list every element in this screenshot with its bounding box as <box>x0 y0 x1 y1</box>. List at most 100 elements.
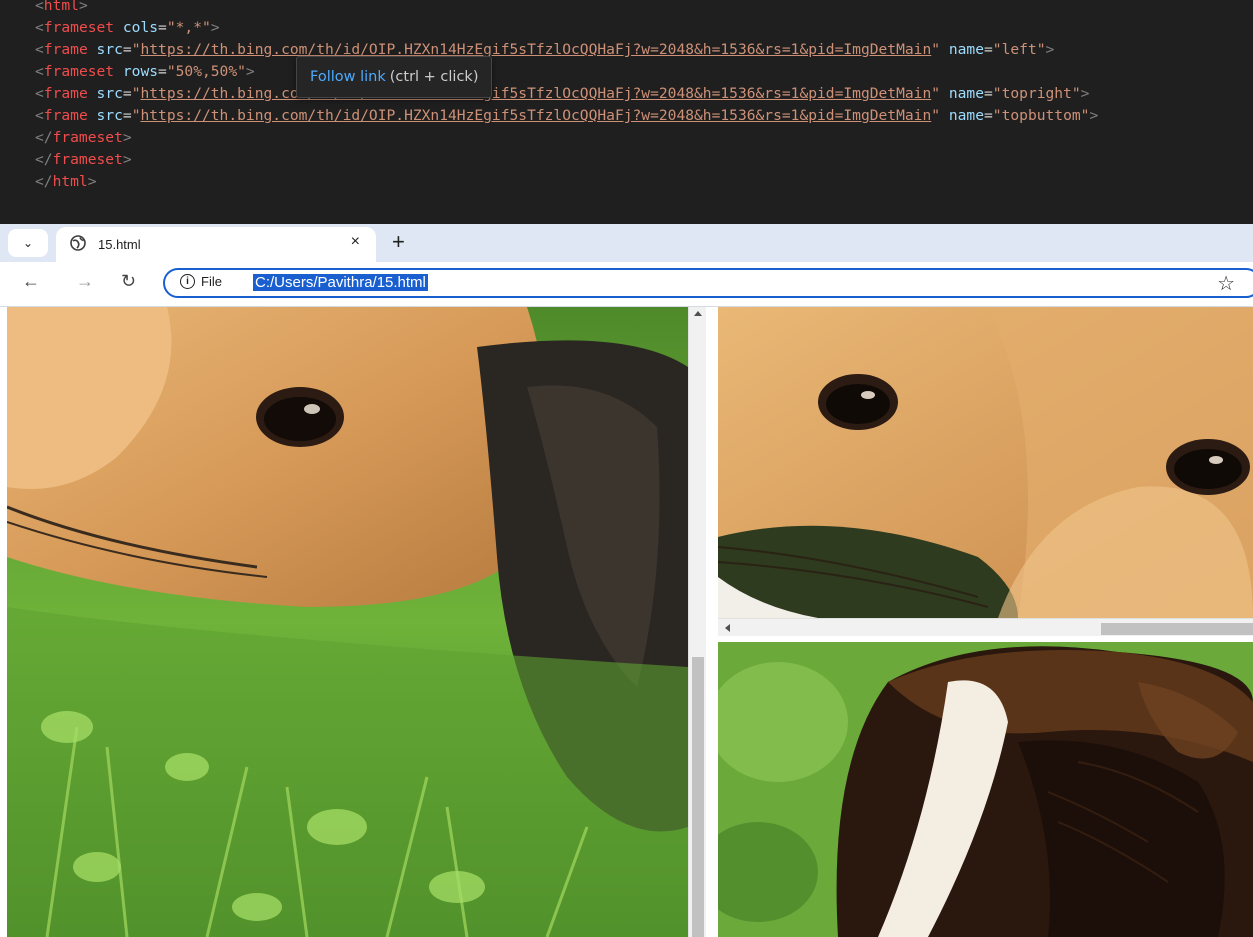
code-token: = <box>122 41 132 58</box>
code-token: "topright" <box>992 85 1081 102</box>
code-token: frame <box>43 41 88 58</box>
code-token: frame <box>43 107 88 124</box>
code-line: </html> <box>35 171 1098 193</box>
code-lines: <html> <frameset cols="*,*"> <frame src="h… <box>35 0 1098 193</box>
guinea-pig-photo-bottomright <box>718 642 1253 937</box>
screenshot: <html> <frameset cols="*,*"> <frame src="h… <box>0 0 1253 937</box>
code-token: > <box>1080 85 1090 102</box>
code-editor[interactable]: <html> <frameset cols="*,*"> <frame src="h… <box>0 0 1253 224</box>
code-token: html <box>52 173 88 190</box>
code-token: src <box>96 107 123 124</box>
code-token: > <box>1089 107 1099 124</box>
reload-button[interactable]: ↻ <box>121 271 136 292</box>
code-line: <frame src="https://th.bing.com/th/id/OI… <box>35 39 1098 61</box>
tab-search-button[interactable]: ⌄ <box>8 229 48 257</box>
code-line: </frameset> <box>35 127 1098 149</box>
frame-topbuttom[interactable] <box>718 642 1253 937</box>
code-token: < <box>35 85 44 102</box>
tab-15-html[interactable]: 15.html × <box>56 227 376 262</box>
code-token: </ <box>35 151 53 168</box>
code-token: frameset <box>43 63 115 80</box>
code-token: frameset <box>52 129 123 146</box>
code-token: " <box>931 107 941 124</box>
scrollbar-thumb[interactable] <box>1101 623 1253 635</box>
code-url-link[interactable]: https://th.bing.com/th/id/OIP.HZXn14HzEg… <box>140 85 931 102</box>
frame-left[interactable] <box>7 307 688 937</box>
code-token: src <box>96 41 123 58</box>
code-token: </ <box>35 173 53 190</box>
code-token: > <box>1045 41 1055 58</box>
code-token: < <box>35 107 44 124</box>
scroll-up-arrow-icon[interactable] <box>694 311 702 316</box>
follow-link-action[interactable]: Follow link <box>310 69 386 85</box>
code-token: name <box>948 107 984 124</box>
follow-link-hint: (ctrl + click) <box>389 69 479 85</box>
code-line: <frameset rows="50%,50%"> <box>35 61 1098 83</box>
code-token: = <box>984 41 993 58</box>
frame-divider-vertical[interactable] <box>706 307 718 937</box>
code-token: " <box>931 85 941 102</box>
forward-button[interactable]: → <box>76 271 94 292</box>
frameset-viewport <box>0 307 1253 937</box>
scheme-label: File <box>201 274 222 289</box>
code-token: < <box>35 41 44 58</box>
code-token: < <box>35 63 44 80</box>
code-token: frame <box>43 85 88 102</box>
code-token: > <box>87 173 97 190</box>
site-info-chip[interactable]: i File <box>180 274 222 289</box>
new-tab-button[interactable]: + <box>392 229 405 255</box>
code-token: frameset <box>43 19 115 36</box>
code-token: = <box>158 63 167 80</box>
code-line: </frameset> <box>35 149 1098 171</box>
code-token: "*,*" <box>166 19 211 36</box>
code-token: rows <box>122 63 159 80</box>
code-token: = <box>122 85 132 102</box>
code-token: < <box>35 0 44 14</box>
code-url-link[interactable]: https://th.bing.com/th/id/OIP.HZXn14HzEg… <box>140 41 931 58</box>
code-token: = <box>158 19 167 36</box>
scroll-left-arrow-icon[interactable] <box>725 624 730 632</box>
star-icon[interactable]: ☆ <box>1217 271 1235 296</box>
code-token: src <box>96 85 123 102</box>
chevron-down-icon: ⌄ <box>22 236 34 250</box>
topright-frame-scrollbar[interactable] <box>718 618 1253 637</box>
code-token: </ <box>35 129 53 146</box>
url-text[interactable]: C:/Users/Pavithra/15.html <box>253 274 428 291</box>
code-token: frameset <box>52 151 123 168</box>
code-token: > <box>78 0 88 14</box>
code-token: > <box>210 19 220 36</box>
code-token: cols <box>122 19 159 36</box>
browser-tabstrip: ⌄ 15.html × + <box>0 224 1253 262</box>
code-line: <frame src="https://th.bing.com/th/id/OI… <box>35 105 1098 127</box>
code-token: < <box>35 19 44 36</box>
code-line: <frame src= "https://th.bing.com/th/id/OI… <box>35 83 1098 105</box>
browser-toolbar: ← → ↻ i File C:/Users/Pavithra/15.html ☆ <box>0 262 1253 307</box>
tab-title: 15.html <box>98 237 141 252</box>
address-bar[interactable]: i File C:/Users/Pavithra/15.html ☆ <box>163 268 1253 298</box>
code-token: > <box>245 63 255 80</box>
code-token: = <box>984 107 993 124</box>
code-token: = <box>122 107 132 124</box>
guinea-pig-photo-left <box>7 307 688 937</box>
back-button[interactable]: ← <box>22 271 40 292</box>
left-frame-scrollbar[interactable] <box>688 307 707 937</box>
code-token: > <box>122 129 132 146</box>
code-token: "topbuttom" <box>992 107 1090 124</box>
frame-topright[interactable] <box>718 307 1253 618</box>
code-url-link[interactable]: https://th.bing.com/th/id/OIP.HZXn14HzEg… <box>140 107 931 124</box>
follow-link-tooltip: Follow link (ctrl + click) <box>296 56 493 98</box>
code-token: " <box>931 41 941 58</box>
info-icon: i <box>180 274 195 289</box>
code-line: <frameset cols="*,*"> <box>35 17 1098 39</box>
close-icon[interactable]: × <box>351 233 360 251</box>
code-token: "left" <box>992 41 1046 58</box>
scrollbar-thumb[interactable] <box>692 657 704 937</box>
code-token: > <box>122 151 132 168</box>
